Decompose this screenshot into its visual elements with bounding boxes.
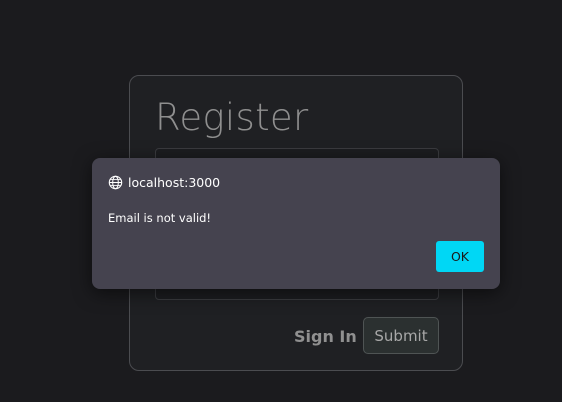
sign-in-link[interactable]: Sign In <box>294 327 357 346</box>
dialog-origin-text: localhost:3000 <box>128 175 221 190</box>
dialog-message: Email is not valid! <box>108 211 212 225</box>
submit-button[interactable]: Submit <box>363 317 439 354</box>
globe-icon <box>108 175 123 190</box>
alert-dialog: localhost:3000 Email is not valid! OK <box>92 158 500 289</box>
dialog-origin: localhost:3000 <box>108 175 220 190</box>
ok-button[interactable]: OK <box>436 241 484 272</box>
register-title: Register <box>155 96 309 139</box>
page: Register Sign In Submit localhost:3000 E… <box>0 0 562 402</box>
